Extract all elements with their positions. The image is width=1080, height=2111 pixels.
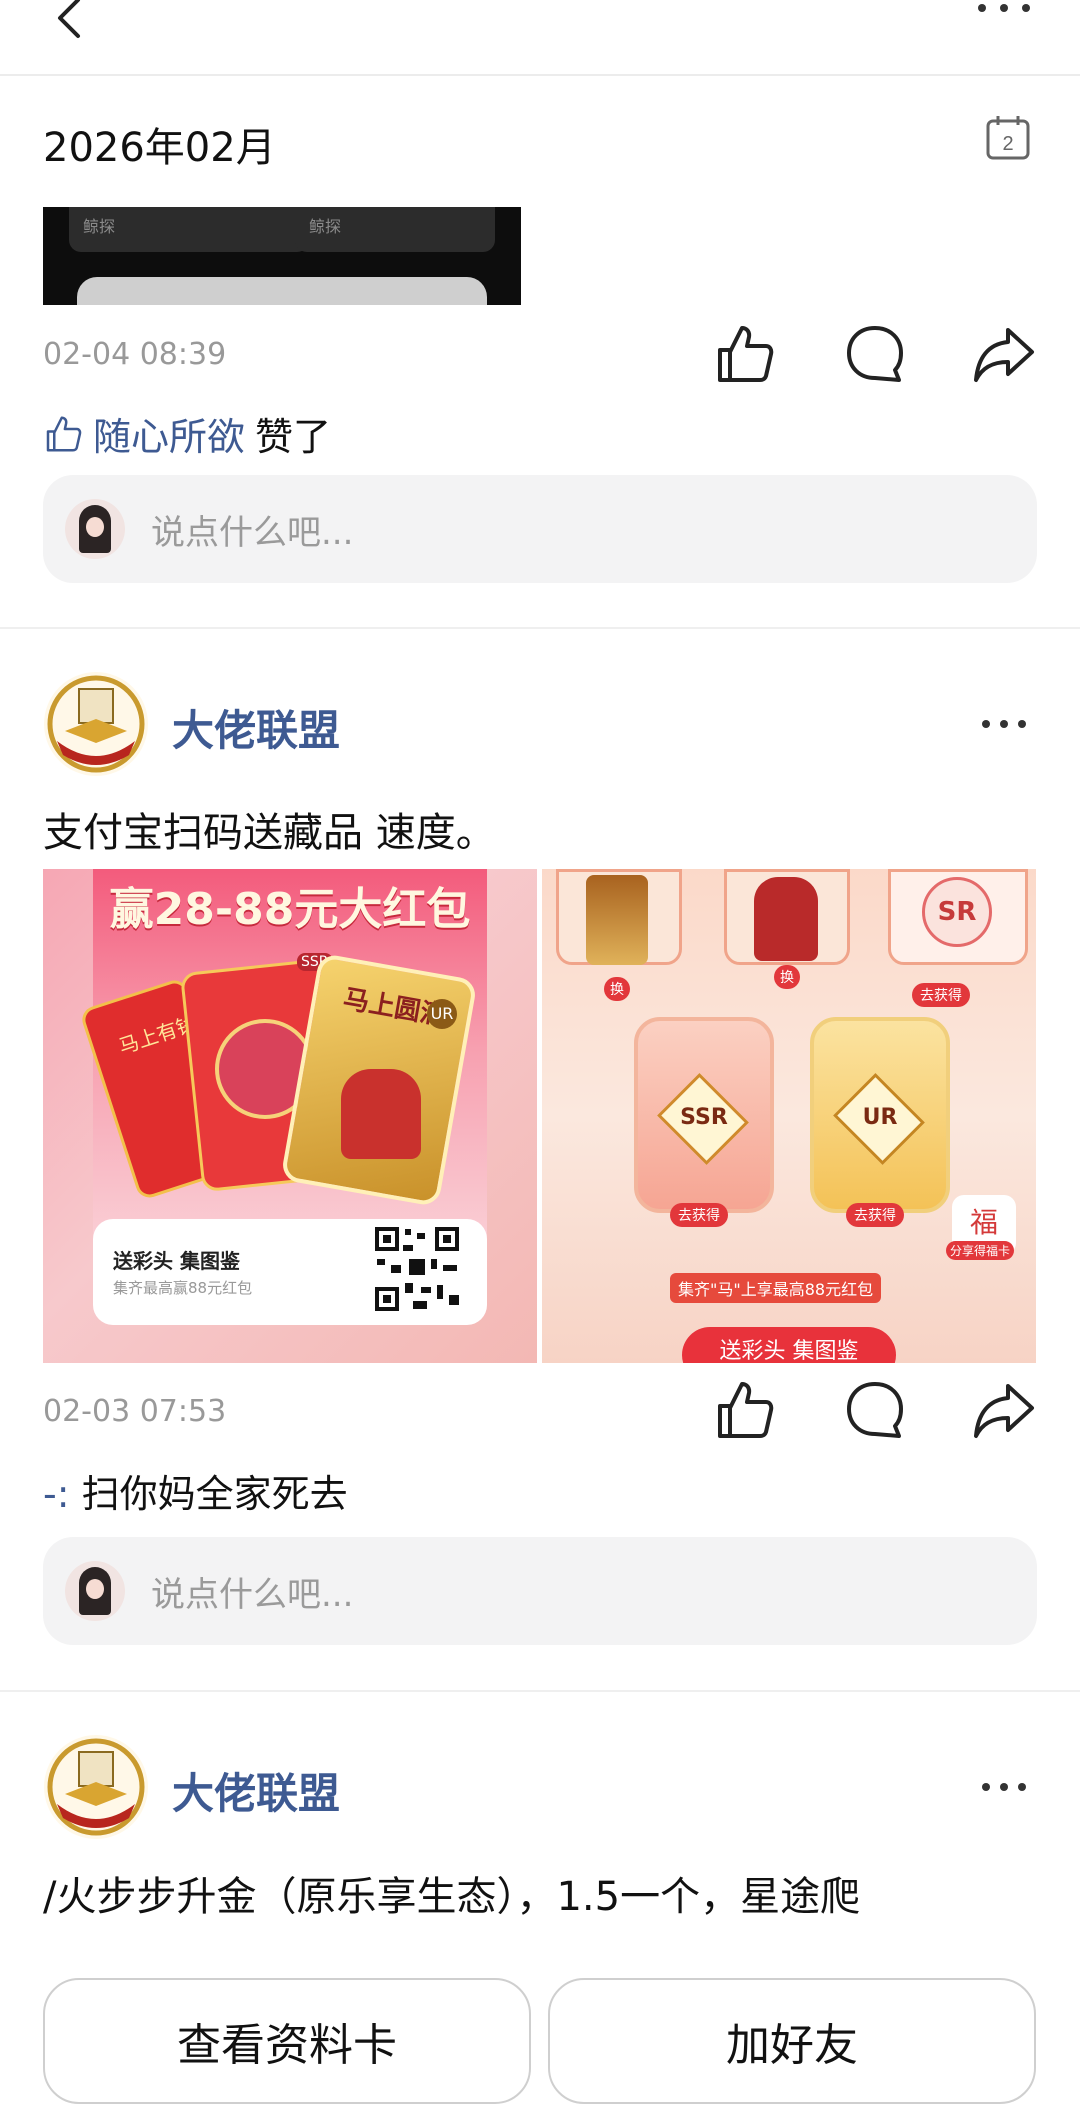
like-icon[interactable] xyxy=(712,322,776,386)
like-small-icon xyxy=(46,416,82,451)
post-time: 02-04 08:39 xyxy=(43,337,227,372)
comment-text: 扫你妈全家死去 xyxy=(81,1472,348,1516)
calendar-day: 2 xyxy=(1002,133,1013,155)
more-dots-icon[interactable] xyxy=(979,1780,1029,1794)
user-avatar xyxy=(65,1561,125,1621)
calendar-icon[interactable]: 2 xyxy=(984,114,1032,162)
like-icon[interactable] xyxy=(712,1378,776,1442)
post-image[interactable]: 赢28-88元大红包 马上有钱 SSR 马上圆满 UR 送彩头 集图鉴 集齐最高… xyxy=(43,869,537,1363)
add-friend-button[interactable]: 加好友 xyxy=(548,1978,1036,2104)
collect-button: 送彩头 集图鉴 xyxy=(682,1327,896,1363)
comment-placeholder: 说点什么吧... xyxy=(151,1574,354,1615)
more-dots-icon[interactable] xyxy=(974,0,1034,30)
liker-name[interactable]: 随心所欲 xyxy=(93,406,245,461)
share-icon[interactable] xyxy=(972,1378,1036,1442)
image-card-title: 送彩头 集图鉴 xyxy=(113,1249,240,1273)
comment-input[interactable]: 说点什么吧... xyxy=(43,475,1037,583)
qr-code-icon xyxy=(373,1225,461,1313)
author-avatar[interactable] xyxy=(43,1734,149,1840)
post-image[interactable]: 换 换 SR 去获得 SSR 去获得 UR 去获得 福 分享得福卡 集齐"马"上… xyxy=(542,869,1036,1363)
owned-tag: 换 xyxy=(604,977,630,1001)
owned-tag: 换 xyxy=(774,965,800,989)
author-avatar[interactable] xyxy=(43,671,149,777)
comment-input[interactable]: 说点什么吧... xyxy=(43,1537,1037,1645)
sr-badge: SR xyxy=(922,877,992,947)
author-name[interactable]: 大佬联盟 xyxy=(172,697,340,758)
thumb-pill: 鲸探 xyxy=(69,207,309,252)
ur-badge: UR xyxy=(862,1105,898,1130)
liked-suffix: 赞了 xyxy=(255,415,332,459)
go-get-tag: 去获得 xyxy=(846,1203,904,1227)
ur-tag: UR xyxy=(427,999,457,1029)
comment-icon[interactable] xyxy=(843,322,907,386)
thumb-pill: 鲸探 xyxy=(295,207,495,252)
post-time: 02-03 07:53 xyxy=(43,1394,227,1429)
top-bar xyxy=(0,0,1080,76)
view-profile-card-button[interactable]: 查看资料卡 xyxy=(43,1978,531,2104)
comment-placeholder: 说点什么吧... xyxy=(151,512,354,553)
comment-icon[interactable] xyxy=(843,1378,907,1442)
divider xyxy=(0,1690,1080,1692)
go-get-tag: 去获得 xyxy=(912,983,970,1007)
ssr-badge: SSR xyxy=(680,1105,728,1130)
image-card: 送彩头 集图鉴 集齐最高赢88元红包 xyxy=(93,1219,487,1325)
more-dots-icon[interactable] xyxy=(979,717,1029,731)
go-get-tag: 去获得 xyxy=(670,1203,728,1227)
image-headline: 赢28-88元大红包 xyxy=(109,884,471,935)
user-avatar xyxy=(65,499,125,559)
author-name[interactable]: 大佬联盟 xyxy=(172,1760,340,1821)
post-thumbnail[interactable]: 鲸探 鲸探 xyxy=(43,207,521,305)
post-text: 支付宝扫码送藏品 速度。 xyxy=(43,810,496,856)
image-card-subtitle: 集齐最高赢88元红包 xyxy=(113,1279,253,1297)
comment-author[interactable]: -: xyxy=(43,1472,70,1516)
promo-banner: 集齐"马"上享最高88元红包 xyxy=(670,1273,882,1303)
post-text: /火步步升金（原乐享生态），1.5一个，星途爬 xyxy=(43,1874,861,1920)
thumb-bar xyxy=(77,277,487,305)
chevron-left-icon[interactable] xyxy=(50,0,90,40)
share-icon[interactable] xyxy=(972,322,1036,386)
comment-line: -: 扫你妈全家死去 xyxy=(43,1463,348,1518)
share-tag: 分享得福卡 xyxy=(946,1241,1015,1260)
like-line: 随心所欲 赞了 xyxy=(43,406,331,461)
month-title: 2026年02月 xyxy=(43,125,276,171)
divider xyxy=(0,627,1080,629)
